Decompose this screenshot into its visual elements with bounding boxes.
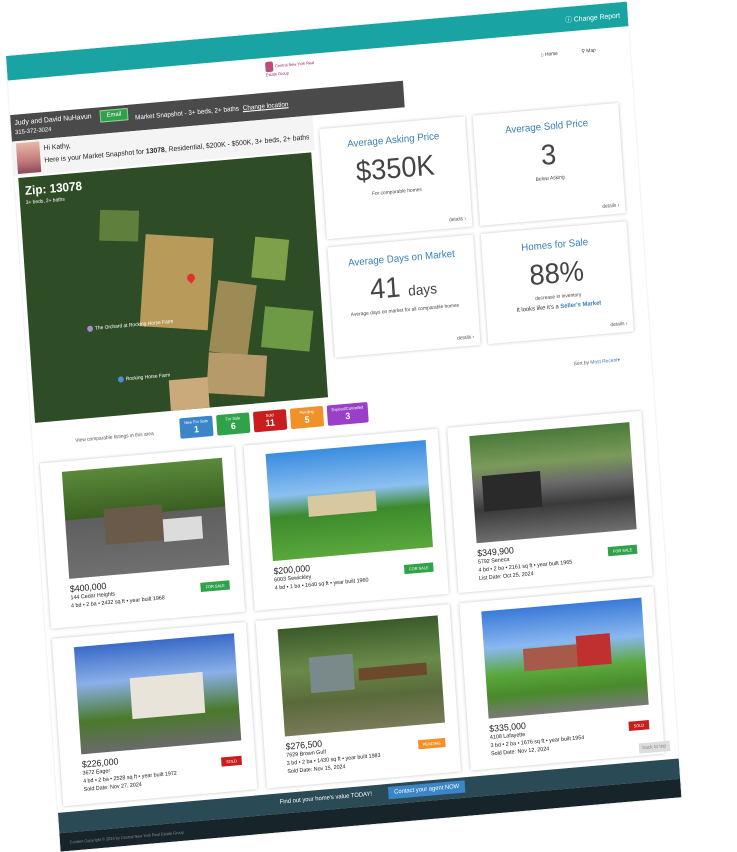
- listing-address[interactable]: 3672 Eager: [82, 768, 110, 777]
- status-badge: FOR SALE: [607, 544, 638, 557]
- status-badge: SOLD: [221, 755, 243, 767]
- zip-map[interactable]: Zip: 13078 3+ beds, 2+ baths The Orchard…: [18, 152, 329, 423]
- email-button[interactable]: Email: [99, 107, 129, 123]
- listing-card[interactable]: $226,000 3672 Eager 4 bd • 2 ba • 2528 s…: [51, 621, 258, 807]
- agent-avatar: [15, 141, 42, 174]
- listing-photo[interactable]: [73, 633, 242, 755]
- status-badge: PENDING: [417, 737, 446, 750]
- map-poi[interactable]: Rocking Horse Farm: [117, 372, 170, 383]
- details-link[interactable]: details ›: [449, 216, 466, 224]
- details-link[interactable]: details ›: [602, 202, 619, 210]
- agent-names: Judy and David NuHavun: [14, 113, 92, 128]
- back-to-top-button[interactable]: back to top: [638, 740, 671, 754]
- copyright-text: Content Copyright © 2024 by Central New …: [69, 829, 185, 845]
- chevron-right-icon: ›: [625, 320, 628, 327]
- chevron-right-icon: ›: [472, 334, 475, 341]
- status-badge: FOR SALE: [404, 562, 434, 575]
- listing-photo[interactable]: [277, 615, 445, 737]
- stat-card-days-on-market: Average Days on Market 41 days Average d…: [327, 234, 481, 358]
- listing-card[interactable]: $349,900 5792 Seneca 4 bd • 2 ba • 2161 …: [447, 410, 653, 594]
- caret-down-icon: ▾: [617, 357, 621, 364]
- chevron-right-icon: ›: [617, 202, 620, 209]
- listing-photo[interactable]: [265, 439, 433, 562]
- cta-text: Find out your home's value TODAY!: [279, 791, 373, 806]
- chevron-right-icon: ›: [464, 215, 467, 223]
- listing-photo[interactable]: [469, 422, 637, 544]
- status-badge: FOR SALE: [200, 580, 230, 592]
- market-snapshot-page: ⓘ Change Report Central New York Real Es…: [6, 1, 682, 852]
- map-zip-label: Zip: 13078: [24, 178, 83, 198]
- listing-card[interactable]: $276,500 7629 Brown Gulf 3 bd • 2 ba • 1…: [255, 604, 462, 789]
- poi-icon: [86, 325, 94, 333]
- stat-card-homes-for-sale: Homes for Sale 88% decrease in inventory…: [480, 221, 634, 345]
- listing-card[interactable]: $400,000 144 Cedar Heights 4 bd • 2 ba •…: [39, 446, 246, 629]
- stat-card-sold-price: Average Sold Price 3 Below Asking detail…: [472, 102, 626, 226]
- nav-home-button[interactable]: ⌂ Home: [541, 51, 559, 59]
- listing-photo[interactable]: [61, 457, 230, 579]
- filter-expired-cancelled[interactable]: Expired/Cancelled 3: [326, 401, 369, 426]
- brokerage-logo[interactable]: Central New York Real Estate Group: [265, 57, 324, 77]
- nav-map-button[interactable]: ⚲ Map: [581, 47, 596, 54]
- stat-card-asking-price: Average Asking Price $350K For comparabl…: [319, 116, 473, 240]
- map-poi[interactable]: The Orchard at Rocking Horse Farm: [86, 318, 174, 333]
- change-location-link[interactable]: Change location: [243, 101, 289, 112]
- map-criteria: 3+ beds, 2+ baths: [25, 196, 65, 207]
- listing-price: $226,000: [81, 756, 119, 770]
- listing-card[interactable]: $200,000 6003 Sewickley 4 bd • 1 ba • 16…: [243, 428, 449, 611]
- filter-for-sale[interactable]: For Sale 6: [216, 412, 251, 436]
- greeting-line: Hi Kathy,: [43, 142, 71, 153]
- filter-new-for-sale[interactable]: New For Sale 1: [179, 415, 214, 439]
- listing-photo[interactable]: [481, 597, 649, 719]
- filter-sold[interactable]: Sold 11: [252, 409, 288, 433]
- change-report-link[interactable]: ⓘ Change Report: [565, 10, 620, 25]
- poi-icon: [117, 376, 125, 383]
- filter-label: View comparable listings in this area: [75, 430, 154, 444]
- details-link[interactable]: details ›: [457, 334, 474, 342]
- listing-card[interactable]: $335,000 4108 Lafayette 3 bd • 2 ba • 16…: [459, 586, 665, 771]
- status-badge: SOLD: [628, 720, 650, 731]
- sort-control[interactable]: Sort by Most Recent▾: [573, 357, 620, 367]
- details-link[interactable]: details ›: [610, 321, 627, 329]
- filter-pending[interactable]: Pending 5: [289, 405, 325, 430]
- agent-phone[interactable]: 315-372-3024: [15, 127, 52, 136]
- contact-agent-button[interactable]: Contact your agent NOW: [387, 780, 466, 800]
